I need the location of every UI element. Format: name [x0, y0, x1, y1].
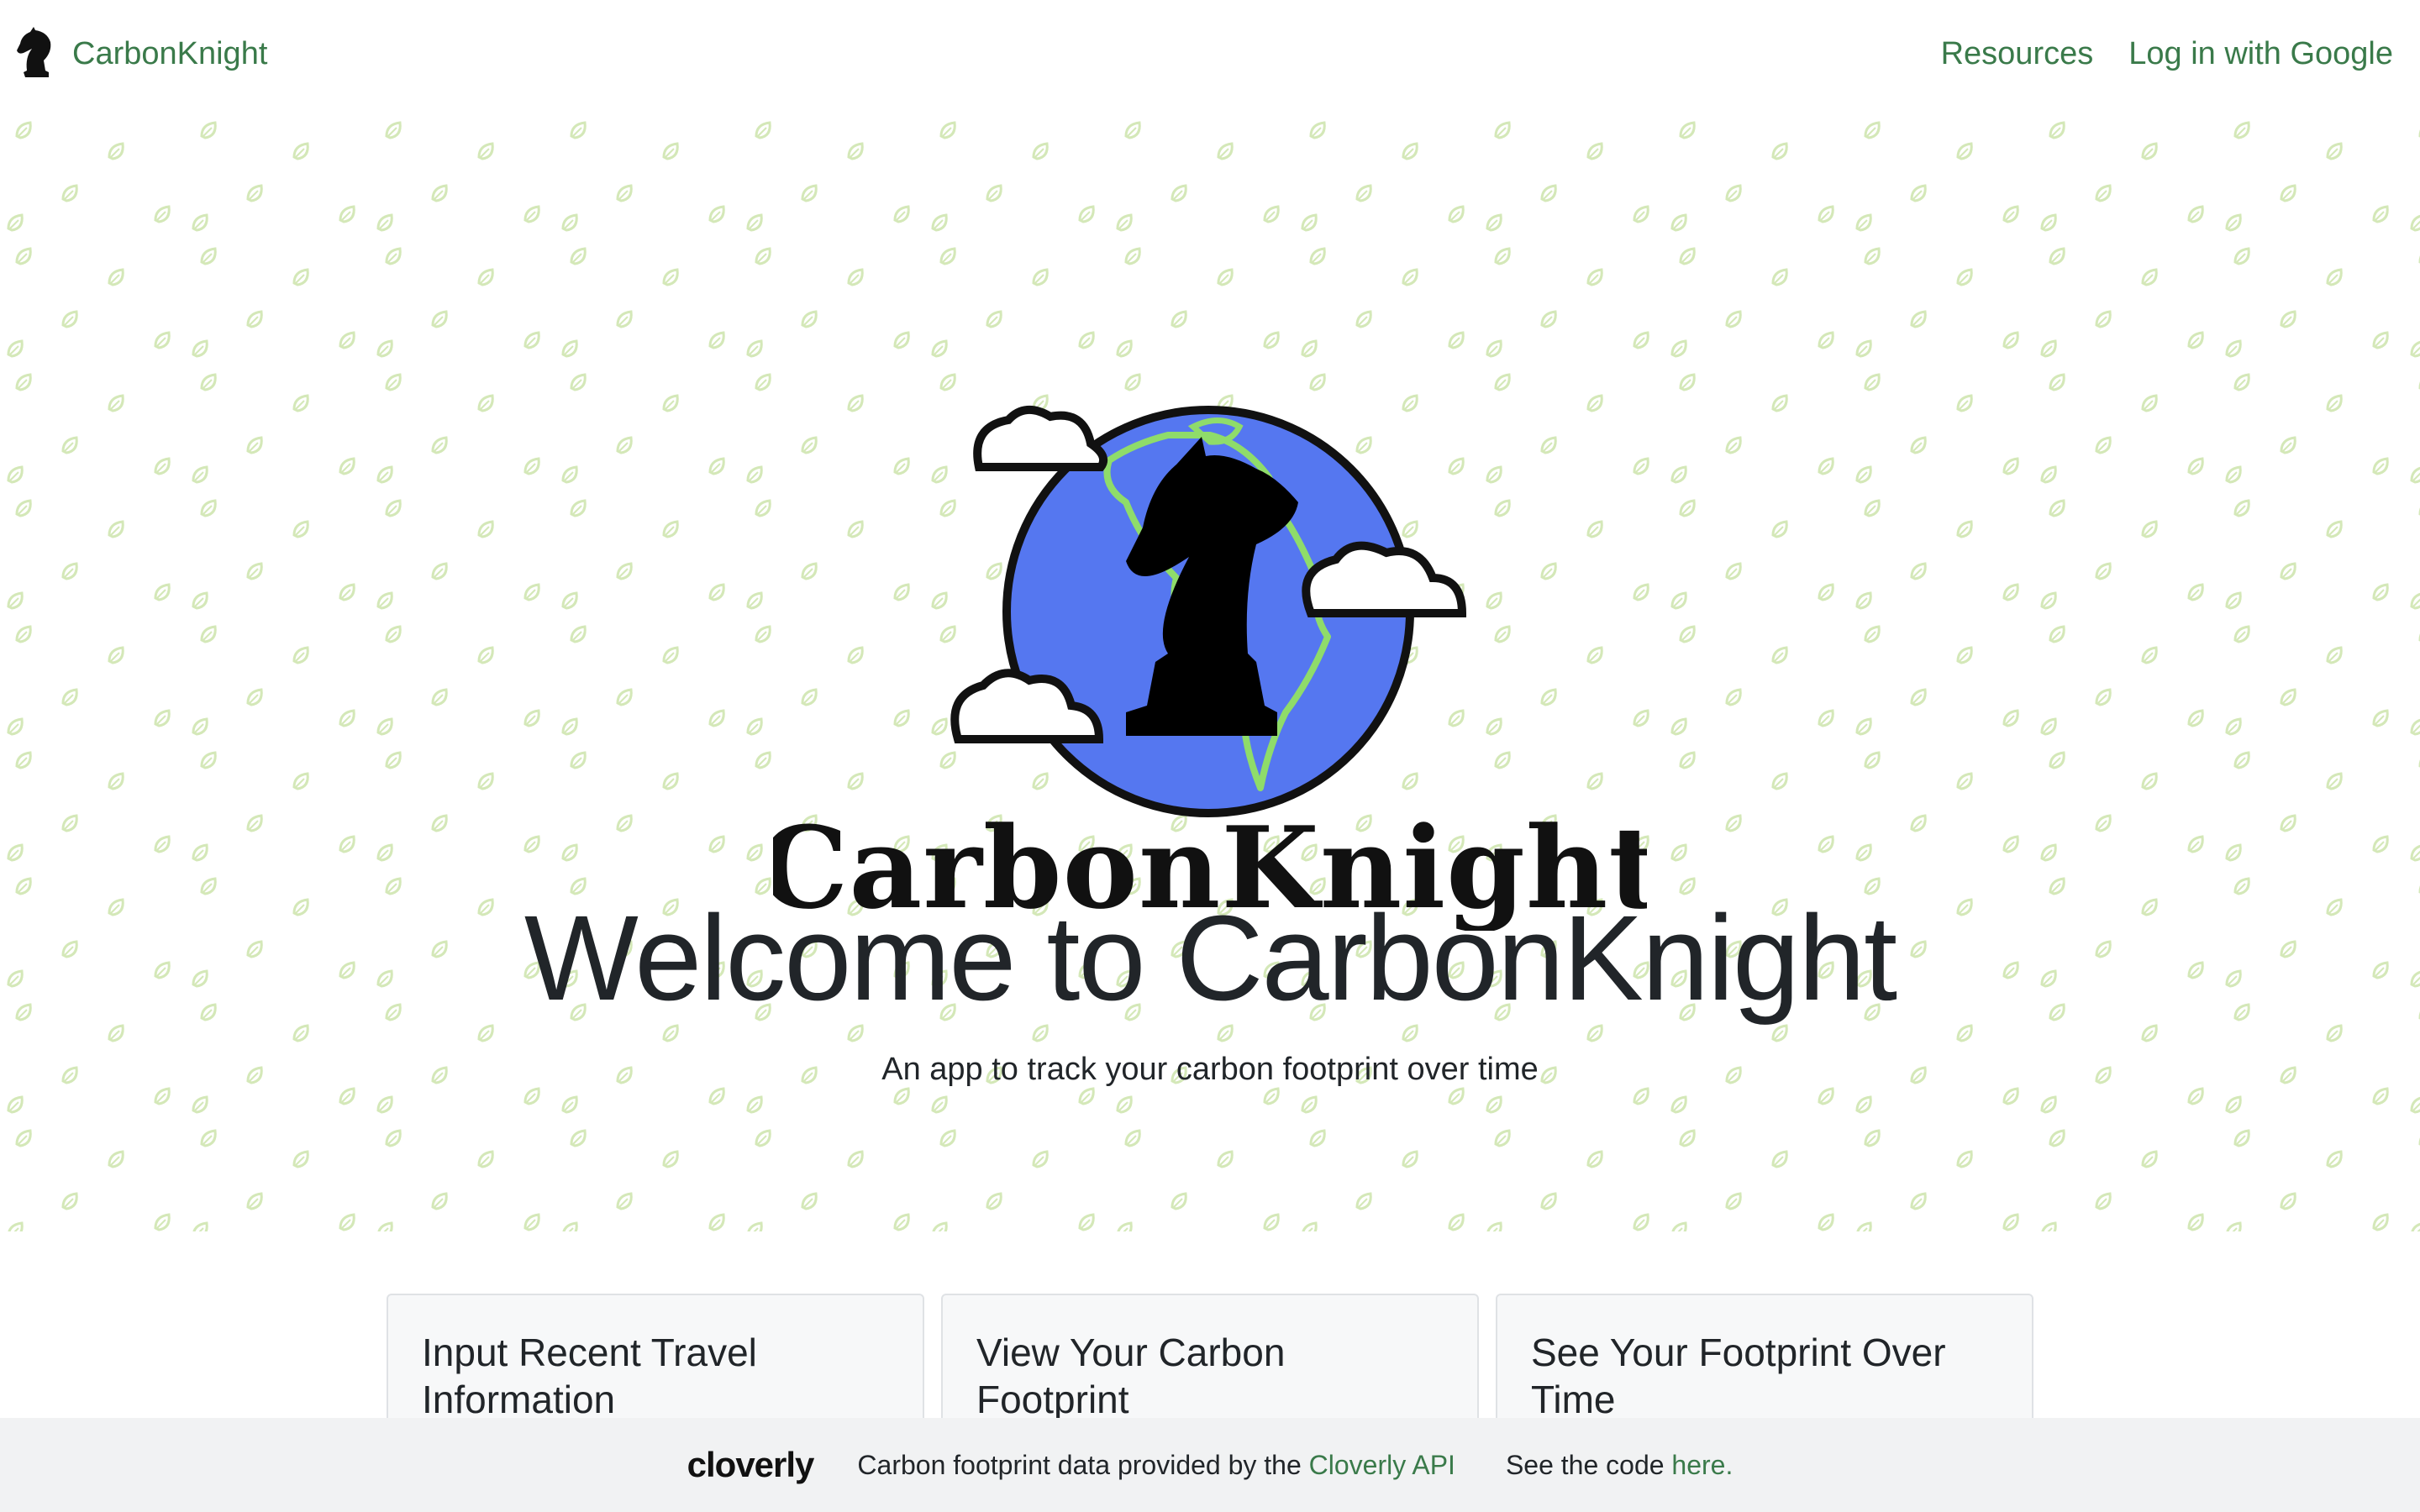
cloud-top-left — [973, 406, 1107, 471]
cloverly-wordmark: cloverly — [687, 1445, 815, 1484]
footer-code-text: See the code — [1505, 1449, 1672, 1480]
footer: cloverly Carbon footprint data provided … — [0, 1418, 2420, 1512]
brand-name: CarbonKnight — [72, 35, 268, 71]
hero-section: CarbonKnight Welcome to CarbonKnight An … — [0, 108, 2420, 1231]
cloverly-api-link[interactable]: Cloverly API — [1309, 1450, 1455, 1481]
cloverly-logo: cloverly — [687, 1445, 815, 1485]
page-subtitle: An app to track your carbon footprint ov… — [881, 1052, 1539, 1087]
nav-links: Resources Log in with Google — [1941, 36, 2393, 72]
card-title: View Your Carbon Footprint — [976, 1331, 1286, 1421]
card-title: Input Recent Travel Information — [422, 1331, 757, 1421]
card-title: See Your Footprint Over Time — [1531, 1331, 1946, 1421]
page-title: Welcome to CarbonKnight — [523, 890, 1897, 1026]
resources-link[interactable]: Resources — [1941, 36, 2094, 72]
chess-knight-icon — [17, 27, 51, 77]
source-code-link[interactable]: here. — [1671, 1450, 1733, 1481]
navbar: CarbonKnight Resources Log in with Googl… — [0, 0, 2420, 108]
google-login-link[interactable]: Log in with Google — [2128, 36, 2393, 72]
globe-knight-logo: CarbonKnight — [773, 406, 1647, 931]
brand-link[interactable]: CarbonKnight — [13, 27, 267, 81]
footer-credit-text: Carbon footprint data provided by the — [857, 1449, 1309, 1480]
